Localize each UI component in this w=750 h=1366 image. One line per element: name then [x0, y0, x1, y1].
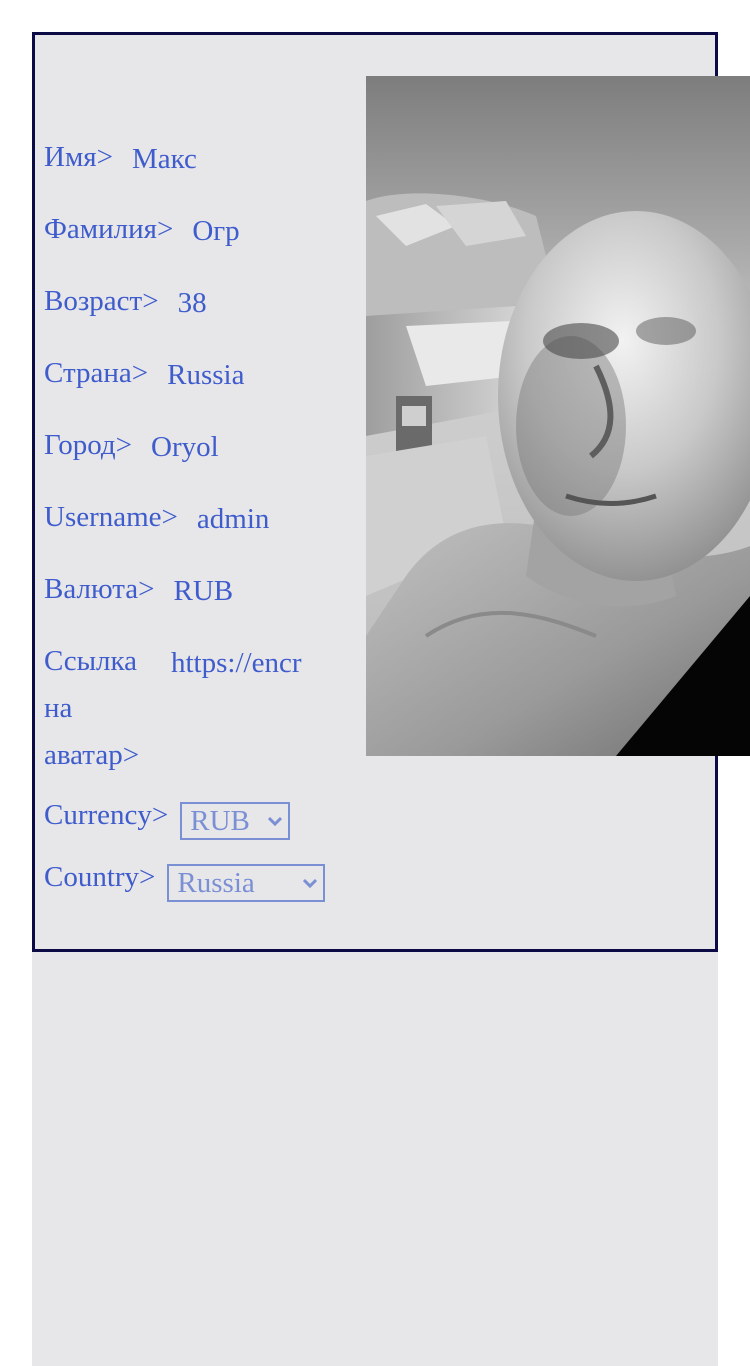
chevron-down-icon [303, 866, 318, 900]
country-value: Russia [167, 359, 245, 391]
currency-row: Валюта> RUB [44, 566, 233, 613]
age-row: Возраст> 38 [44, 278, 207, 325]
avatar-link-value[interactable]: https://encr [171, 640, 319, 687]
avatar-link-row: Ссылка на аватар> https://encr [44, 638, 319, 779]
first-name-row: Имя> Макс [44, 134, 197, 181]
currency-select[interactable]: RUB [180, 802, 291, 840]
avatar-photo-svg [366, 76, 750, 756]
chevron-down-icon-svg [303, 878, 318, 889]
last-name-label: Фамилия> [44, 213, 174, 245]
last-name-value: Огр [192, 215, 240, 247]
first-name-label: Имя> [44, 141, 113, 173]
currency-label: Валюта> [44, 573, 155, 605]
username-value: admin [196, 503, 270, 535]
country-row: Страна> Russia [44, 350, 244, 397]
country-select-label: Country> [44, 861, 156, 893]
age-value: 38 [177, 287, 207, 319]
avatar-link-label: Ссылка на аватар> [44, 645, 140, 771]
country-select-row: Country> Russia [44, 854, 326, 902]
currency-select-value: RUB [190, 805, 250, 837]
chevron-down-icon [268, 804, 283, 838]
currency-value: RUB [173, 575, 234, 607]
country-select[interactable]: Russia [167, 864, 326, 902]
username-label: Username> [44, 501, 178, 533]
country-label: Страна> [44, 357, 149, 389]
age-label: Возраст> [44, 285, 159, 317]
country-select-value: Russia [177, 867, 255, 899]
city-label: Город> [44, 429, 132, 461]
username-row: Username> admin [44, 494, 269, 541]
city-row: Город> Oryol [44, 422, 219, 469]
city-value: Oryol [151, 431, 219, 463]
currency-select-row: Currency> RUB [44, 792, 291, 840]
page: Имя> Макс Фамилия> Огр Возраст> 38 Стран… [0, 0, 750, 1366]
first-name-value: Макс [132, 143, 197, 175]
currency-select-label: Currency> [44, 799, 169, 831]
last-name-row: Фамилия> Огр [44, 206, 240, 253]
chevron-down-icon-svg [268, 816, 283, 827]
avatar-image [366, 76, 750, 756]
